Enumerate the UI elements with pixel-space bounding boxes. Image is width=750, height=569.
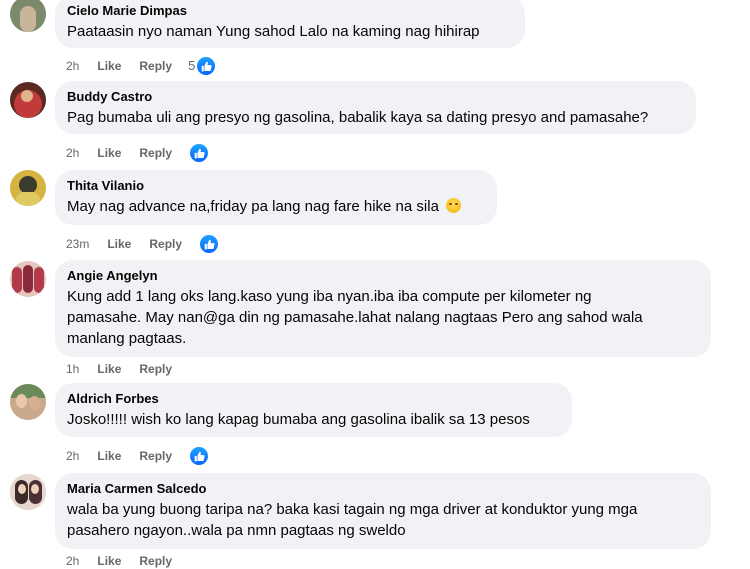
comment-time[interactable]: 2h [66, 448, 79, 464]
comment-text-line: pasahero ngayon..wala pa nmn pagtaas ng … [67, 522, 406, 539]
reaction-summary[interactable] [188, 445, 211, 467]
reaction-summary[interactable] [198, 233, 221, 255]
comment-actions: 23m Like Reply [66, 233, 221, 255]
reaction-summary[interactable] [188, 142, 211, 164]
like-button[interactable]: Like [107, 236, 131, 252]
comment-time[interactable]: 23m [66, 236, 89, 252]
like-reaction-icon [195, 55, 218, 77]
comment-text-line: pamasahe. May nan@ga din ng pamasahe.lah… [67, 309, 643, 326]
comment-bubble: Buddy Castro Pag bumaba uli ang presyo n… [55, 81, 696, 134]
comment-actions: 2h Like Reply [66, 553, 190, 569]
comment-bubble: Cielo Marie Dimpas Paataasin nyo naman Y… [55, 0, 525, 48]
avatar[interactable] [10, 82, 46, 118]
comment-actions: 1h Like Reply [66, 361, 190, 377]
comment-text-line: wala ba yung buong taripa na? baka kasi … [67, 501, 638, 518]
avatar[interactable] [10, 0, 46, 32]
comment-text-line: manlang pagtaas. [67, 330, 187, 347]
comment-text: wala ba yung buong taripa na? baka kasi … [67, 499, 699, 541]
comment-text-line: Kung add 1 lang oks lang.kaso yung iba n… [67, 288, 592, 305]
reaction-summary[interactable]: 5 [188, 55, 218, 77]
avatar[interactable] [10, 170, 46, 206]
comment-time[interactable]: 1h [66, 361, 79, 377]
like-reaction-icon [188, 142, 211, 164]
comment-text: Paataasin nyo naman Yung sahod Lalo na k… [67, 23, 480, 40]
reply-button[interactable]: Reply [139, 448, 172, 464]
comment-text: Josko!!!!! wish ko lang kapag bumaba ang… [67, 411, 530, 428]
comment-bubble: Aldrich Forbes Josko!!!!! wish ko lang k… [55, 383, 572, 437]
comment-bubble: Maria Carmen Salcedo wala ba yung buong … [55, 473, 711, 549]
comment-time[interactable]: 2h [66, 145, 79, 161]
comment-text: Pag bumaba uli ang presyo ng gasolina, b… [67, 109, 649, 126]
comment-author[interactable]: Thita Vilanio [67, 177, 485, 194]
like-reaction-icon [188, 445, 211, 467]
like-button[interactable]: Like [97, 58, 121, 74]
reply-button[interactable]: Reply [139, 361, 172, 377]
reply-button[interactable]: Reply [139, 58, 172, 74]
sad-face-emoji-icon [446, 198, 462, 213]
like-button[interactable]: Like [97, 448, 121, 464]
comment-time[interactable]: 2h [66, 553, 79, 569]
reply-button[interactable]: Reply [149, 236, 182, 252]
comment-text: Kung add 1 lang oks lang.kaso yung iba n… [67, 286, 699, 349]
like-button[interactable]: Like [97, 553, 121, 569]
comment-actions: 2h Like Reply [66, 445, 211, 467]
comment-text: May nag advance na,friday pa lang nag fa… [67, 196, 485, 217]
like-reaction-icon [198, 233, 221, 255]
comment-actions: 2h Like Reply 5 [66, 55, 218, 77]
like-button[interactable]: Like [97, 145, 121, 161]
reply-button[interactable]: Reply [139, 145, 172, 161]
comment-text-line: May nag advance na,friday pa lang nag fa… [67, 198, 439, 215]
reply-button[interactable]: Reply [139, 553, 172, 569]
comment-author[interactable]: Maria Carmen Salcedo [67, 480, 699, 497]
comment-bubble: Thita Vilanio May nag advance na,friday … [55, 170, 497, 225]
comment-actions: 2h Like Reply [66, 142, 211, 164]
like-button[interactable]: Like [97, 361, 121, 377]
comment-author[interactable]: Buddy Castro [67, 88, 684, 105]
avatar[interactable] [10, 474, 46, 510]
comment-author[interactable]: Angie Angelyn [67, 267, 699, 284]
avatar[interactable] [10, 261, 46, 297]
comment-bubble: Angie Angelyn Kung add 1 lang oks lang.k… [55, 260, 711, 357]
comment-time[interactable]: 2h [66, 58, 79, 74]
avatar[interactable] [10, 384, 46, 420]
comment-author[interactable]: Cielo Marie Dimpas [67, 2, 513, 19]
comment-author[interactable]: Aldrich Forbes [67, 390, 560, 407]
reaction-count: 5 [188, 58, 196, 73]
